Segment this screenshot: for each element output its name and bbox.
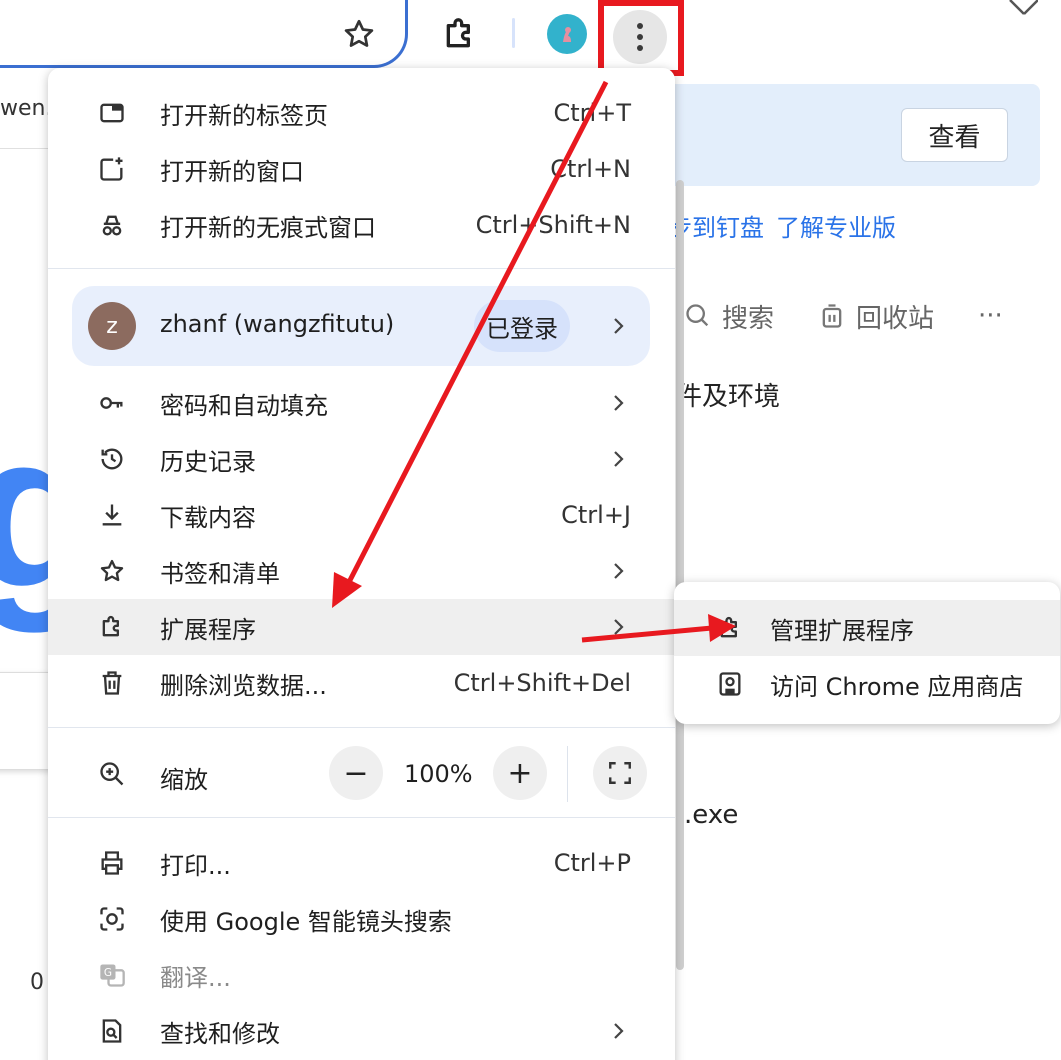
menu-item-google-lens[interactable]: 使用 Google 智能镜头搜索 [48, 891, 675, 947]
recycle-label[interactable]: 回收站 [856, 298, 934, 335]
pro-link[interactable]: 了解专业版 [776, 214, 896, 242]
menu-dot [637, 45, 643, 51]
shortcut-label: Ctrl+T [553, 99, 631, 127]
menu-item-label: 打开新的无痕式窗口 [160, 213, 376, 242]
submenu-item-label: 访问 Chrome 应用商店 [770, 672, 1024, 701]
menu-item-extensions[interactable]: 扩展程序 [48, 599, 675, 655]
menu-item-new-tab[interactable]: 打开新的标签页 Ctrl+T [48, 85, 675, 141]
recycle-bin-icon [822, 304, 842, 328]
menu-separator [48, 817, 675, 818]
pin-links: 步到钉盘 了解专业版 [668, 208, 896, 243]
menu-item-history[interactable]: 历史记录 [48, 431, 675, 487]
svg-text:G: G [104, 967, 112, 979]
menu-item-label: 打印... [160, 851, 231, 880]
menu-item-label: 打开新的标签页 [160, 101, 328, 130]
shortcut-label: Ctrl+P [553, 849, 631, 877]
more-options[interactable]: ··· [978, 301, 1003, 331]
trash-icon [102, 671, 122, 695]
menu-separator [48, 727, 675, 728]
signed-in-badge: 已登录 [474, 300, 570, 352]
view-button[interactable]: 查看 [901, 108, 1008, 162]
translate-icon: G [100, 964, 125, 987]
shortcut-label: Ctrl+J [561, 501, 631, 529]
zoom-row: 缩放 − 100% + [48, 744, 675, 804]
puzzle-icon [102, 615, 120, 637]
star-icon [100, 559, 124, 582]
key-icon [100, 397, 123, 409]
menu-item-label: 查找和修改 [160, 1019, 280, 1048]
profile-avatar: z [88, 302, 136, 350]
menu-item-label: 历史记录 [160, 447, 256, 476]
find-page-icon [102, 1019, 122, 1043]
shortcut-label: Ctrl+Shift+Del [453, 669, 631, 697]
profile-name: zhanf (wangzfitutu) [160, 310, 395, 338]
profile-row[interactable]: z zhanf (wangzfitutu) 已登录 [72, 286, 650, 366]
star-icon[interactable] [341, 16, 377, 52]
menu-item-label: 扩展程序 [160, 615, 256, 644]
web-store-icon [719, 672, 741, 696]
chevron-right-icon [614, 563, 624, 579]
drive-toolbar: 搜索 回收站 ··· [684, 296, 1003, 336]
history-icon [101, 448, 123, 470]
shortcut-label: Ctrl+N [550, 155, 631, 183]
search-icon [686, 304, 709, 327]
menu-item-new-window[interactable]: 打开新的窗口 Ctrl+N [48, 141, 675, 197]
menu-separator [48, 268, 675, 269]
puzzle-icon [720, 616, 737, 638]
incognito-icon [102, 215, 122, 236]
browser-menu: 打开新的标签页 Ctrl+T 打开新的窗口 Ctrl+N 打开新的无痕式窗口 C… [48, 68, 675, 1060]
extensions-submenu: 管理扩展程序 访问 Chrome 应用商店 [674, 582, 1060, 724]
avatar-figure-icon [563, 27, 571, 42]
menu-item-label: 打开新的窗口 [160, 157, 304, 186]
chevron-right-icon [614, 1023, 624, 1039]
menu-item-passwords[interactable]: 密码和自动填充 [48, 375, 675, 431]
zoom-value: 100% [404, 760, 473, 788]
zoom-separator [567, 746, 568, 802]
menu-item-find[interactable]: 查找和修改 [48, 1003, 675, 1059]
shortcut-label: Ctrl+Shift+N [475, 211, 631, 239]
zoom-icon [100, 762, 124, 786]
menu-item-print[interactable]: 打印... Ctrl+P [48, 835, 675, 891]
download-icon [102, 504, 122, 526]
menu-item-clear-data[interactable]: 删除浏览数据... Ctrl+Shift+Del [48, 655, 675, 711]
zoom-out-button[interactable]: − [329, 746, 383, 800]
chevron-right-icon [614, 395, 624, 411]
submenu-item-web-store[interactable]: 访问 Chrome 应用商店 [674, 656, 1060, 712]
menu-dot [637, 34, 643, 40]
new-window-icon [100, 157, 123, 181]
lens-icon [100, 907, 124, 931]
fullscreen-button[interactable] [593, 746, 647, 800]
menu-item-label: 使用 Google 智能镜头搜索 [160, 907, 452, 936]
fullscreen-icon [609, 762, 631, 784]
browser-menu-button[interactable] [613, 10, 667, 64]
zoom-label: 缩放 [160, 766, 208, 794]
chevron-right-icon [614, 451, 624, 467]
submenu-item-manage-extensions[interactable]: 管理扩展程序 [674, 600, 1060, 656]
menu-item-label: 下载内容 [160, 503, 256, 532]
file-name: .exe [684, 800, 739, 830]
profile-avatar[interactable] [547, 14, 587, 54]
new-tab-icon [100, 103, 124, 123]
menu-item-downloads[interactable]: 下载内容 Ctrl+J [48, 487, 675, 543]
menu-item-label: 密码和自动填充 [160, 391, 328, 420]
menu-item-label: 翻译... [160, 963, 231, 992]
puzzle-icon[interactable] [440, 14, 480, 54]
zoom-in-button[interactable]: + [493, 746, 547, 800]
menu-item-bookmarks[interactable]: 书签和清单 [48, 543, 675, 599]
menu-dot [637, 23, 643, 29]
menu-item-label: 删除浏览数据... [160, 671, 327, 700]
scrollbar[interactable] [676, 180, 684, 970]
menu-item-translate: G 翻译... [48, 947, 675, 1003]
printer-icon [101, 851, 123, 875]
page-text: 0 [30, 970, 44, 995]
search-label[interactable]: 搜索 [722, 298, 774, 335]
close-icon[interactable] [1004, 0, 1038, 20]
toolbar-separator [512, 18, 515, 48]
submenu-item-label: 管理扩展程序 [770, 616, 914, 645]
menu-item-incognito[interactable]: 打开新的无痕式窗口 Ctrl+Shift+N [48, 197, 675, 253]
menu-item-label: 书签和清单 [160, 559, 280, 588]
chevron-right-icon [614, 318, 624, 334]
chevron-right-icon [614, 619, 624, 635]
folder-name: 件及环境 [676, 382, 781, 412]
